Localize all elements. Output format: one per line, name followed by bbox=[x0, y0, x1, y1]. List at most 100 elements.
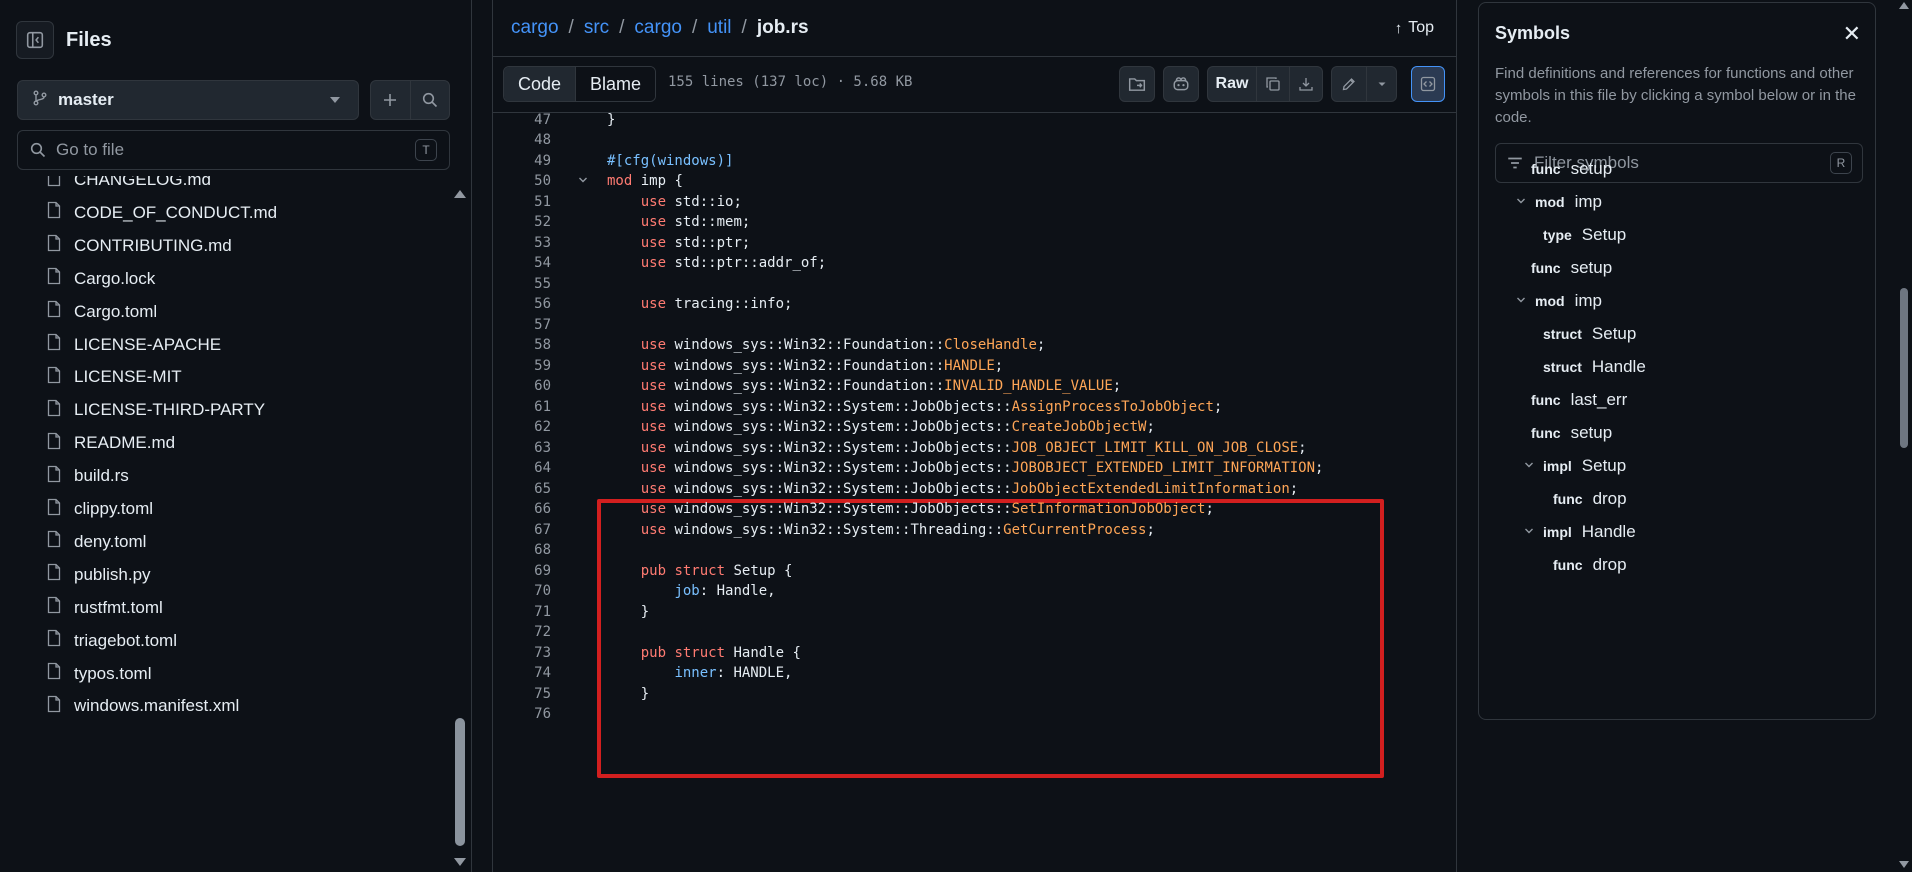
line-number[interactable]: 69 bbox=[493, 563, 551, 579]
symbol-item[interactable]: func last_err bbox=[1531, 385, 1627, 415]
line-number[interactable]: 58 bbox=[493, 337, 551, 353]
line-number[interactable]: 54 bbox=[493, 255, 551, 271]
line-number[interactable]: 70 bbox=[493, 583, 551, 599]
line-number[interactable]: 53 bbox=[493, 235, 551, 251]
line-number[interactable]: 52 bbox=[493, 214, 551, 230]
line-number[interactable]: 59 bbox=[493, 358, 551, 374]
code-text: use windows_sys::Win32::Foundation::Clos… bbox=[607, 337, 1046, 353]
sidebar-scrollbar[interactable] bbox=[452, 190, 468, 866]
symbol-item[interactable]: func drop bbox=[1553, 484, 1627, 514]
symbol-item[interactable]: mod imp bbox=[1517, 286, 1602, 316]
go-to-file-input[interactable] bbox=[56, 140, 415, 160]
symbol-item[interactable]: func setup bbox=[1531, 154, 1612, 184]
copilot-button[interactable] bbox=[1163, 66, 1199, 102]
file-item[interactable]: windows.manifest.xml bbox=[46, 686, 239, 726]
chevron-down-icon[interactable] bbox=[577, 174, 589, 189]
chevron-down-icon[interactable] bbox=[1523, 459, 1535, 474]
tab-code[interactable]: Code bbox=[504, 67, 577, 101]
code-area: 47} 48 49 #[cfg(windows)] 50 mod imp {51 use … bbox=[493, 113, 1457, 872]
file-icon bbox=[46, 300, 62, 323]
line-number[interactable]: 67 bbox=[493, 522, 551, 538]
symbols-panel-toggle[interactable] bbox=[1411, 66, 1445, 102]
edit-options-button[interactable] bbox=[1366, 67, 1396, 101]
line-number[interactable]: 55 bbox=[493, 276, 551, 292]
line-number[interactable]: 73 bbox=[493, 645, 551, 661]
symbol-item[interactable]: type Setup bbox=[1543, 220, 1626, 250]
line-number[interactable]: 47 bbox=[493, 113, 551, 128]
file-name: rustfmt.toml bbox=[74, 597, 163, 617]
line-number[interactable]: 51 bbox=[493, 194, 551, 210]
symbol-item[interactable]: func setup bbox=[1531, 253, 1612, 283]
code-token: } bbox=[607, 685, 650, 702]
line-number[interactable]: 56 bbox=[493, 296, 551, 312]
edit-button[interactable] bbox=[1332, 67, 1366, 101]
code-token: use bbox=[640, 480, 667, 497]
file-icon bbox=[46, 596, 62, 619]
symbols-folder-button[interactable] bbox=[1119, 66, 1155, 102]
line-number[interactable]: 61 bbox=[493, 399, 551, 415]
scrollbar-thumb[interactable] bbox=[455, 718, 465, 846]
scroll-down-icon[interactable] bbox=[1899, 861, 1909, 868]
line-number[interactable]: 60 bbox=[493, 378, 551, 394]
breadcrumb-separator: / bbox=[691, 17, 698, 38]
line-number[interactable]: 62 bbox=[493, 419, 551, 435]
raw-button[interactable]: Raw bbox=[1208, 67, 1256, 101]
close-icon[interactable]: ✕ bbox=[1843, 21, 1861, 47]
branch-name: master bbox=[58, 90, 114, 109]
line-number[interactable]: 71 bbox=[493, 604, 551, 620]
line-number[interactable]: 57 bbox=[493, 317, 551, 333]
file-icon bbox=[46, 333, 62, 356]
add-file-button[interactable] bbox=[371, 81, 410, 119]
search-button[interactable] bbox=[409, 81, 450, 119]
symbol-item[interactable]: struct Setup bbox=[1543, 319, 1636, 349]
tab-blame[interactable]: Blame bbox=[576, 67, 656, 101]
download-button[interactable] bbox=[1289, 67, 1322, 101]
line-number[interactable]: 48 bbox=[493, 132, 551, 148]
symbol-item[interactable]: func drop bbox=[1553, 550, 1627, 580]
chevron-down-icon[interactable] bbox=[1515, 294, 1527, 309]
breadcrumb-link[interactable]: cargo bbox=[634, 17, 682, 39]
file-name: triagebot.toml bbox=[74, 630, 177, 650]
scroll-down-icon[interactable] bbox=[454, 858, 466, 866]
breadcrumb-link[interactable]: cargo bbox=[511, 17, 559, 39]
chevron-down-icon[interactable] bbox=[1515, 195, 1527, 210]
line-number[interactable]: 74 bbox=[493, 665, 551, 681]
sidebar-collapse-icon[interactable] bbox=[16, 21, 54, 59]
scroll-up-icon[interactable] bbox=[1899, 2, 1909, 9]
scrollbar-thumb[interactable] bbox=[1900, 288, 1908, 448]
page-scrollbar[interactable] bbox=[1896, 0, 1912, 872]
symbol-item[interactable]: mod imp bbox=[1517, 187, 1602, 217]
chevron-down-icon[interactable] bbox=[1523, 525, 1535, 540]
symbol-name: Handle bbox=[1591, 357, 1646, 376]
line-number[interactable]: 68 bbox=[493, 542, 551, 558]
code-token: : Handle, bbox=[699, 583, 776, 599]
symbol-item[interactable]: func setup bbox=[1531, 418, 1612, 448]
code-token: JOB_OBJECT_LIMIT_KILL_ON_JOB_CLOSE bbox=[1011, 439, 1299, 456]
top-button[interactable]: ↑ Top bbox=[1395, 14, 1434, 42]
file-name: CONTRIBUTING.md bbox=[74, 235, 232, 255]
symbol-item[interactable]: impl Handle bbox=[1525, 517, 1636, 547]
line-number[interactable]: 63 bbox=[493, 440, 551, 456]
file-name: deny.toml bbox=[74, 531, 147, 551]
symbol-item[interactable]: impl Setup bbox=[1525, 451, 1626, 481]
breadcrumb-link[interactable]: src bbox=[584, 17, 609, 39]
line-number[interactable]: 66 bbox=[493, 501, 551, 517]
copy-button[interactable] bbox=[1256, 67, 1289, 101]
code-token: } bbox=[607, 603, 650, 620]
file-name: build.rs bbox=[74, 466, 129, 486]
scroll-up-icon[interactable] bbox=[454, 190, 466, 198]
line-number[interactable]: 64 bbox=[493, 460, 551, 476]
line-number[interactable]: 72 bbox=[493, 624, 551, 640]
symbol-kind: struct bbox=[1543, 359, 1582, 375]
line-number[interactable]: 75 bbox=[493, 686, 551, 702]
line-number[interactable]: 49 bbox=[493, 153, 551, 169]
line-number[interactable]: 65 bbox=[493, 481, 551, 497]
line-number[interactable]: 76 bbox=[493, 706, 551, 722]
symbol-item[interactable]: struct Handle bbox=[1543, 352, 1646, 382]
code-token: windows_sys::Win32::System::Threading:: bbox=[666, 521, 1004, 538]
breadcrumb-link[interactable]: util bbox=[707, 17, 731, 39]
branch-selector[interactable]: master bbox=[17, 80, 359, 120]
line-number[interactable]: 50 bbox=[493, 173, 551, 189]
